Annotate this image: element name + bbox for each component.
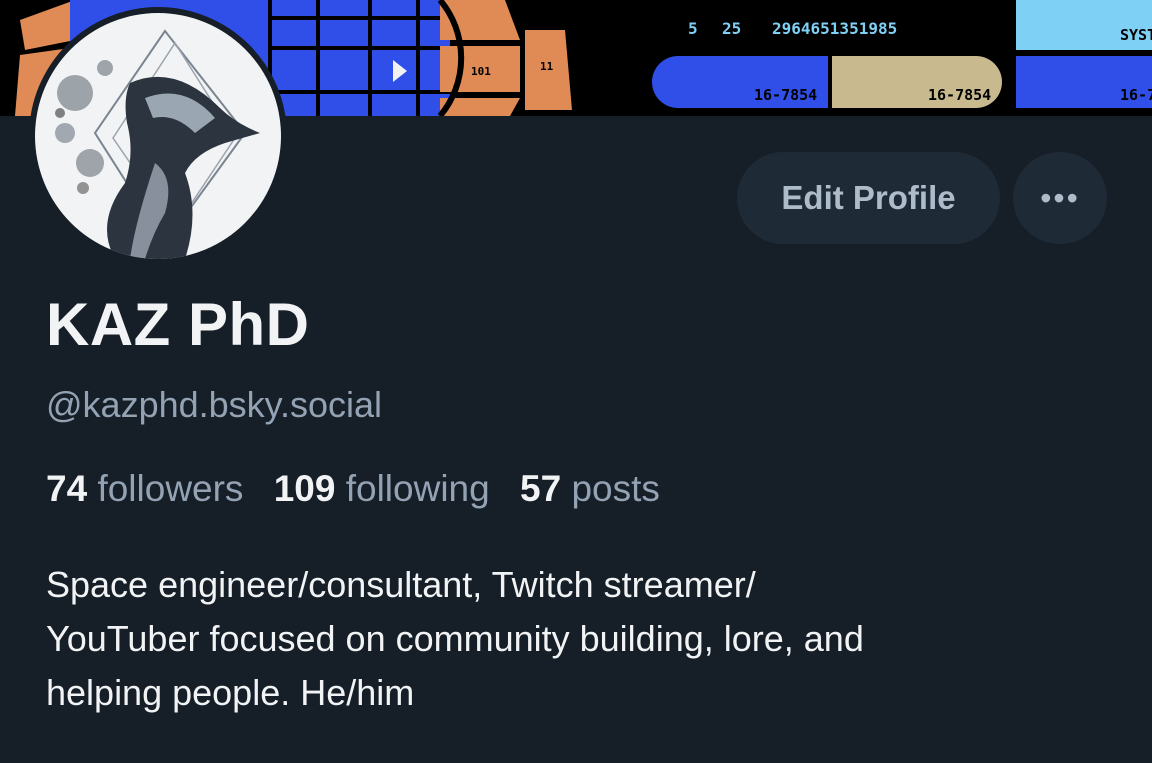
svg-text:SYST: SYST [1120,26,1152,44]
avatar[interactable] [29,7,287,265]
posts-count: 57 [520,468,562,509]
more-dots-icon: ••• [1040,179,1080,216]
bio-line: Space engineer/consultant, Twitch stream… [46,564,756,605]
svg-text:5: 5 [688,19,698,38]
ring-digit-11: 11 [540,60,554,73]
following-label: following [345,468,490,509]
svg-text:16-7854: 16-7854 [754,86,817,104]
following-count: 109 [273,468,336,509]
display-name: KAZ PhD [46,291,310,358]
bio-line: helping people. He/him [46,672,415,713]
svg-text:2964651351985: 2964651351985 [772,19,897,38]
followers-label: followers [97,468,244,509]
following-link[interactable]: 109 following [274,468,490,509]
svg-text:16-78: 16-78 [1120,86,1152,104]
more-options-button[interactable]: ••• [1013,152,1107,244]
bio-line: YouTuber focused on community building, … [46,618,864,659]
edit-profile-button[interactable]: Edit Profile [737,152,1000,244]
followers-link[interactable]: 74 followers [46,468,243,509]
profile-bio: Space engineer/consultant, Twitch stream… [46,558,1126,720]
profile-stats: 74 followers 109 following 57 posts [46,468,680,510]
user-handle: @kazphd.bsky.social [46,384,383,425]
ring-digit-101: 101 [471,65,491,78]
avatar-image [35,13,281,259]
followers-count: 74 [46,468,88,509]
posts-stat: 57 posts [520,468,660,509]
posts-label: posts [571,468,660,509]
svg-text:16-7854: 16-7854 [928,86,991,104]
svg-text:25: 25 [722,19,741,38]
